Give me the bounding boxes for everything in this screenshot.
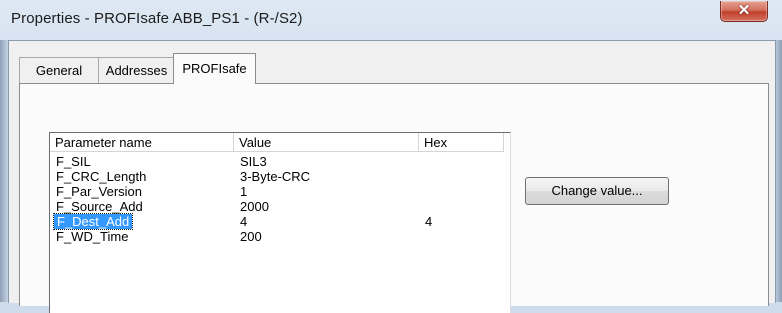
parameter-list[interactable]: Parameter name Value Hex F_SIL SIL3 F_CR… (49, 132, 511, 313)
column-header-parameter-name[interactable]: Parameter name (50, 133, 234, 152)
tab-general[interactable]: General (19, 57, 99, 84)
parameter-name-cell: F_WD_Time (56, 229, 129, 244)
parameter-value-cell: 3-Byte-CRC (240, 169, 311, 184)
tab-label: General (35, 63, 83, 78)
parameter-name-cell: F_CRC_Length (56, 169, 147, 184)
parameter-value-cell: SIL3 (240, 154, 267, 169)
window-border-left (0, 40, 8, 302)
table-row[interactable]: F_Par_Version 1 (50, 184, 510, 199)
title-bar[interactable]: Properties - PROFIsafe ABB_PS1 - (R-/S2)… (0, 0, 782, 40)
column-header-hex[interactable]: Hex (419, 133, 504, 152)
tab-addresses[interactable]: Addresses (98, 57, 175, 84)
table-row[interactable]: F_WD_Time 200 (50, 229, 510, 244)
parameter-name-cell: F_SIL (56, 154, 91, 169)
parameter-name-cell: F_Par_Version (56, 184, 142, 199)
parameter-value-cell: 2000 (240, 199, 269, 214)
table-row[interactable]: F_SIL SIL3 (50, 154, 510, 169)
window-title: Properties - PROFIsafe ABB_PS1 - (R-/S2) (11, 10, 303, 27)
close-button[interactable]: ✕ (720, 1, 768, 22)
column-header-value[interactable]: Value (234, 133, 419, 152)
parameter-value-cell: 4 (240, 214, 248, 229)
dialog-client-area: General Addresses PROFIsafe Parameter na… (8, 40, 776, 313)
parameter-name-cell: F_Source_Add (56, 199, 143, 214)
properties-dialog: Properties - PROFIsafe ABB_PS1 - (R-/S2)… (0, 0, 782, 313)
profisafe-tab-panel: Parameter name Value Hex F_SIL SIL3 F_CR… (19, 83, 769, 313)
table-row-selected[interactable]: F_Dest_Add 4 4 (50, 213, 510, 230)
table-row[interactable]: F_CRC_Length 3-Byte-CRC (50, 169, 510, 184)
tab-label: Addresses (105, 63, 168, 78)
parameter-hex-cell: 4 (425, 214, 433, 229)
parameter-name-cell: F_Dest_Add (52, 213, 134, 230)
table-row[interactable]: F_Source_Add 2000 (50, 199, 510, 214)
parameter-value-cell: 1 (240, 184, 248, 199)
change-value-button[interactable]: Change value... (525, 177, 669, 205)
tab-label: PROFIsafe (182, 61, 247, 76)
parameter-value-cell: 200 (240, 229, 262, 244)
tab-profisafe[interactable]: PROFIsafe (173, 53, 256, 84)
close-icon: ✕ (737, 2, 751, 19)
